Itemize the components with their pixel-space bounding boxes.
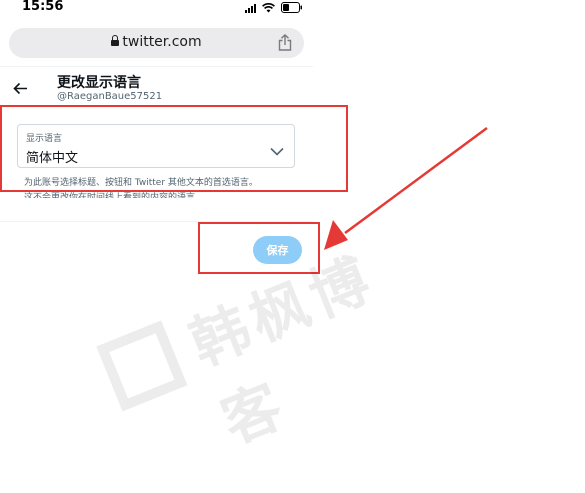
annotation-arrow xyxy=(324,126,488,250)
